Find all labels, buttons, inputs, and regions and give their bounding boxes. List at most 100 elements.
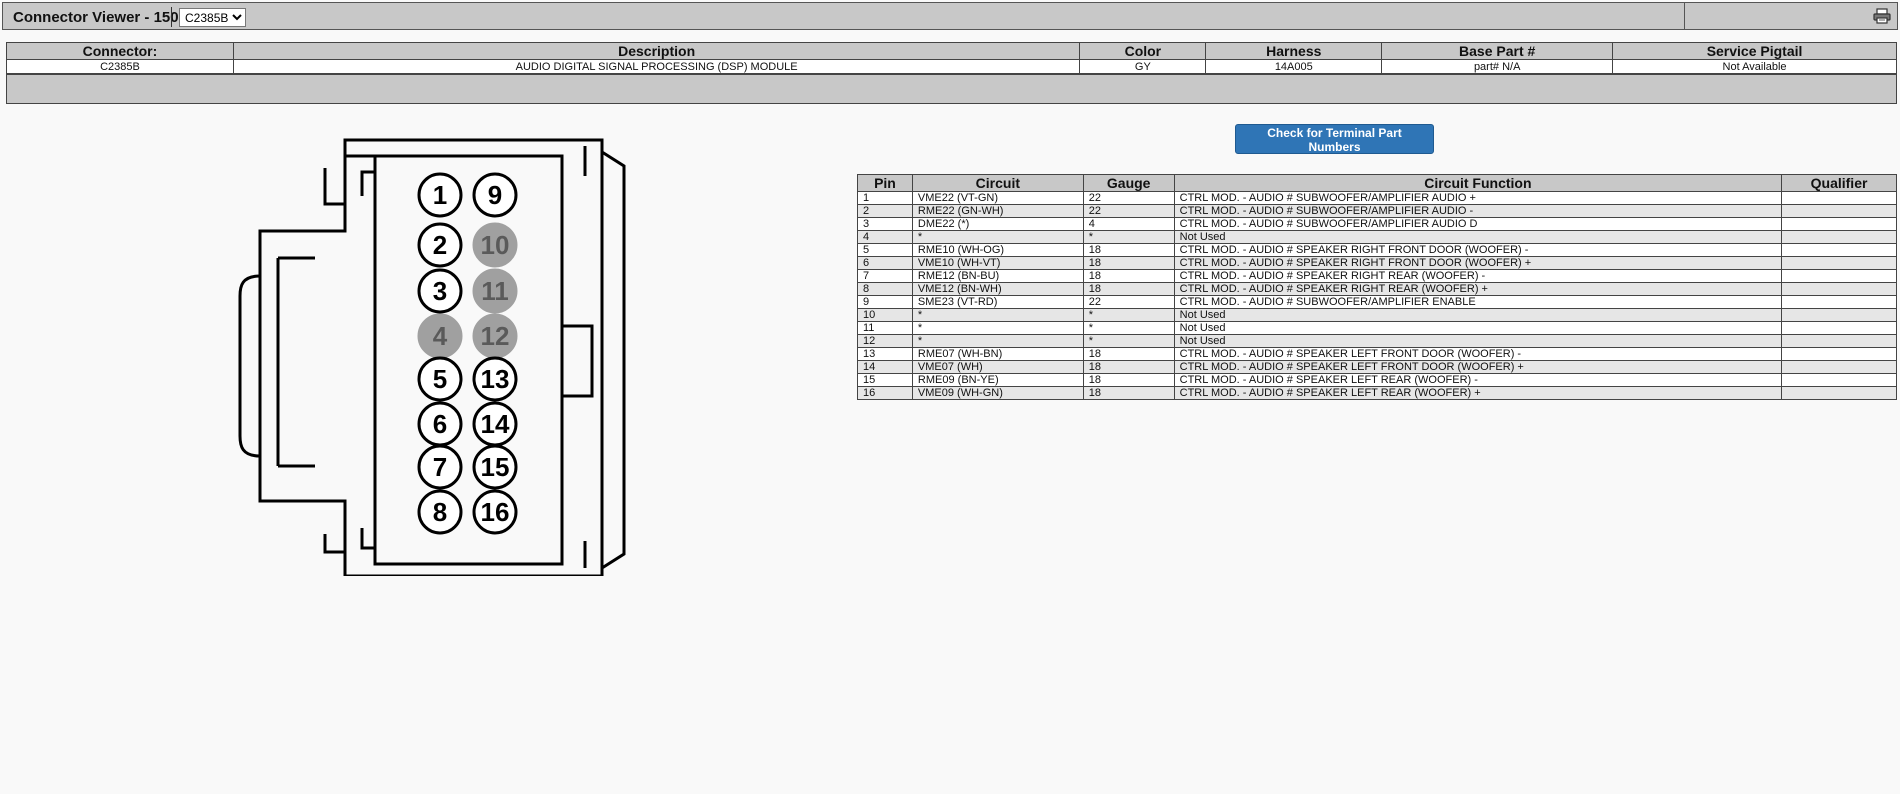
pin-label: 9: [488, 180, 502, 210]
connector-id: C2385B: [6, 59, 234, 74]
pin-label: 4: [433, 321, 448, 351]
connector-face-diagram: 12345678910111213141516: [238, 138, 626, 576]
table-row: 7 RME12 (BN-BU) 18 CTRL MOD. - AUDIO # SPEA…: [857, 269, 1897, 283]
gauge: 22: [1082, 204, 1175, 218]
pin-14: 14: [472, 401, 518, 447]
pin-number: 15: [857, 373, 913, 387]
pin-number: 10: [857, 308, 913, 322]
connector-info-row: C2385B AUDIO DIGITAL SIGNAL PROCESSING (…: [6, 59, 1897, 74]
qualifier: [1781, 386, 1897, 400]
printer-icon[interactable]: [1873, 8, 1891, 24]
pin-1: 1: [417, 172, 463, 218]
col-gauge: Gauge: [1082, 174, 1175, 192]
pin-table-body: 1 VME22 (VT-GN) 22 CTRL MOD. - AUDIO # SUBW…: [857, 191, 1897, 400]
gauge: 18: [1082, 386, 1175, 400]
pin-label: 6: [433, 409, 447, 439]
pin-number: 9: [857, 295, 913, 309]
pin-layer: 12345678910111213141516: [417, 172, 518, 535]
title-divider: [171, 7, 172, 27]
check-terminal-part-numbers-button[interactable]: Check for Terminal Part Numbers: [1235, 124, 1434, 154]
gauge: 22: [1082, 295, 1175, 309]
table-row: 6 VME10 (WH-VT) 18 CTRL MOD. - AUDIO # SPEA…: [857, 256, 1897, 270]
circuit: *: [911, 230, 1084, 244]
pin-label: 14: [481, 409, 510, 439]
pin-number: 3: [857, 217, 913, 231]
table-row: 8 VME12 (BN-WH) 18 CTRL MOD. - AUDIO # SPEA…: [857, 282, 1897, 296]
pin-13: 13: [472, 356, 518, 402]
circuit: *: [911, 321, 1084, 335]
gauge: 18: [1082, 269, 1175, 283]
table-row: 16 VME09 (WH-GN) 18 CTRL MOD. - AUDIO # SPE…: [857, 386, 1897, 400]
pin-number: 4: [857, 230, 913, 244]
pin-label: 7: [433, 452, 447, 482]
qualifier: [1781, 347, 1897, 361]
circuit-function: Not Used: [1173, 321, 1783, 335]
table-row: 5 RME10 (WH-OG) 18 CTRL MOD. - AUDIO # SPEA…: [857, 243, 1897, 257]
col-service-pigtail: Service Pigtail: [1612, 42, 1897, 60]
pin-4: 4: [417, 313, 463, 359]
connector-info-header: Connector: Description Color Harness Bas…: [6, 42, 1897, 60]
circuit: VME07 (WH): [911, 360, 1084, 374]
circuit: SME23 (VT-RD): [911, 295, 1084, 309]
pin-9: 9: [472, 172, 518, 218]
pin-11: 11: [472, 268, 518, 314]
table-row: 15 RME09 (BN-YE) 18 CTRL MOD. - AUDIO # SPE…: [857, 373, 1897, 387]
col-harness: Harness: [1205, 42, 1383, 60]
col-pin: Pin: [857, 174, 913, 192]
circuit-function: CTRL MOD. - AUDIO # SUBWOOFER/AMPLIFIER …: [1173, 295, 1783, 309]
gauge: 18: [1082, 360, 1175, 374]
pin-number: 2: [857, 204, 913, 218]
print-area: [1684, 3, 1897, 29]
pin-number: 8: [857, 282, 913, 296]
connector-select[interactable]: C2385B: [179, 8, 246, 27]
pin-label: 11: [481, 276, 509, 306]
col-circuit: Circuit: [911, 174, 1084, 192]
qualifier: [1781, 243, 1897, 257]
pin-number: 11: [857, 321, 913, 335]
pin-3: 3: [417, 268, 463, 314]
pin-number: 7: [857, 269, 913, 283]
circuit: VME12 (BN-WH): [911, 282, 1084, 296]
gauge: 18: [1082, 282, 1175, 296]
gauge: 22: [1082, 191, 1175, 205]
pin-5: 5: [417, 356, 463, 402]
circuit: VME22 (VT-GN): [911, 191, 1084, 205]
qualifier: [1781, 321, 1897, 335]
pin-number: 1: [857, 191, 913, 205]
pin-table-header: Pin Circuit Gauge Circuit Function Quali…: [857, 174, 1897, 192]
pin-label: 12: [481, 321, 510, 351]
pin-label: 2: [433, 230, 447, 260]
connector-harness: 14A005: [1205, 59, 1383, 74]
qualifier: [1781, 334, 1897, 348]
col-connector: Connector:: [6, 42, 234, 60]
circuit: *: [911, 334, 1084, 348]
col-base-part: Base Part #: [1381, 42, 1614, 60]
qualifier: [1781, 282, 1897, 296]
pin-table: Pin Circuit Gauge Circuit Function Quali…: [857, 174, 1897, 400]
circuit-function: CTRL MOD. - AUDIO # SPEAKER LEFT REAR (W…: [1173, 386, 1783, 400]
connector-base-part: part# N/A: [1381, 59, 1614, 74]
circuit-function: CTRL MOD. - AUDIO # SPEAKER RIGHT FRONT …: [1173, 243, 1783, 257]
circuit: DME22 (*): [911, 217, 1084, 231]
circuit: *: [911, 308, 1084, 322]
circuit-function: CTRL MOD. - AUDIO # SUBWOOFER/AMPLIFIER …: [1173, 217, 1783, 231]
circuit-function: CTRL MOD. - AUDIO # SPEAKER RIGHT REAR (…: [1173, 282, 1783, 296]
circuit: RME22 (GN-WH): [911, 204, 1084, 218]
circuit: VME09 (WH-GN): [911, 386, 1084, 400]
pin-15: 15: [472, 444, 518, 490]
connector-color: GY: [1079, 59, 1207, 74]
connector-info-table: Connector: Description Color Harness Bas…: [6, 42, 1897, 74]
circuit: RME10 (WH-OG): [911, 243, 1084, 257]
qualifier: [1781, 295, 1897, 309]
table-row: 12 * * Not Used: [857, 334, 1897, 348]
qualifier: [1781, 191, 1897, 205]
table-row: 3 DME22 (*) 4 CTRL MOD. - AUDIO # SUBWOOFER…: [857, 217, 1897, 231]
pin-number: 13: [857, 347, 913, 361]
pin-number: 6: [857, 256, 913, 270]
top-bar: Connector Viewer - 150 C2385B: [2, 2, 1898, 30]
table-row: 11 * * Not Used: [857, 321, 1897, 335]
circuit-function: CTRL MOD. - AUDIO # SPEAKER LEFT FRONT D…: [1173, 347, 1783, 361]
pin-8: 8: [417, 489, 463, 535]
pin-10: 10: [472, 222, 518, 268]
pin-number: 5: [857, 243, 913, 257]
